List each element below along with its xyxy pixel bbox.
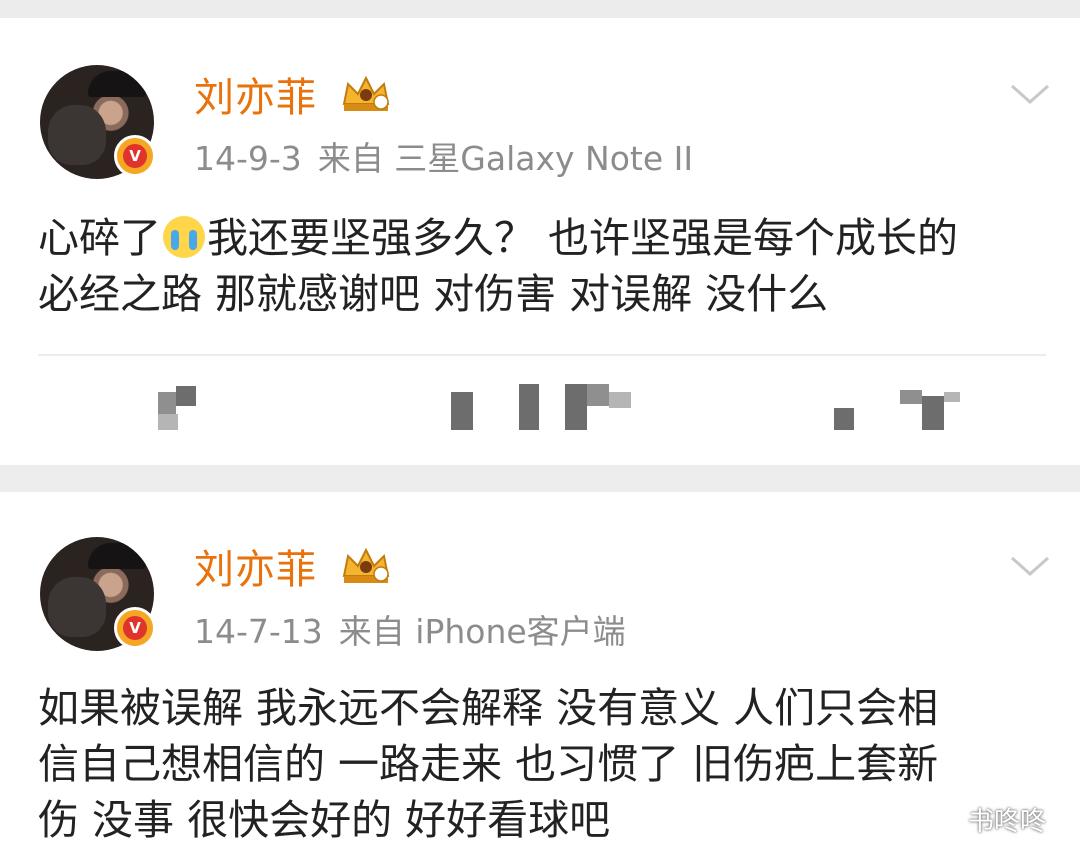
verified-badge-icon: V xyxy=(114,607,156,649)
post-content: 如果被误解 我永远不会解释 没有意义 人们只会相 信自己想相信的 一路走来 也习… xyxy=(38,684,939,844)
avatar[interactable]: V xyxy=(40,537,156,651)
post-meta: 14-9-3 来自 三星Galaxy Note II xyxy=(194,142,709,175)
crown-level-icon xyxy=(342,547,390,583)
post-text-part: 心碎了 xyxy=(38,214,161,262)
crown-level-icon xyxy=(342,75,390,111)
divider xyxy=(38,354,1046,356)
username[interactable]: 刘亦菲 xyxy=(194,550,317,590)
post-source[interactable]: 来自 三星Galaxy Note II xyxy=(318,139,693,178)
verified-badge-icon: V xyxy=(114,135,156,177)
repost-button[interactable] xyxy=(150,384,210,434)
like-button[interactable] xyxy=(830,384,970,434)
avatar[interactable]: V xyxy=(40,65,156,179)
top-separator xyxy=(0,0,1080,18)
crying-face-icon xyxy=(163,216,205,258)
wechat-icon xyxy=(924,805,961,833)
chevron-down-icon[interactable] xyxy=(1008,80,1052,108)
weibo-post-2: V 刘亦菲 14-7-13 来自 iPhone客户端 如果被误解 我永远不会解释 … xyxy=(0,492,1080,868)
post-date: 14-9-3 xyxy=(194,139,302,178)
weibo-post-1: V 刘亦菲 14-9-3 来自 三星Galaxy Note II 心碎了 我还要坚强… xyxy=(0,18,1080,465)
post-content: 心碎了 我还要坚强多久？ 也许坚强是每个成长的 必经之路 那就感谢吧 对伤害 对误… xyxy=(38,210,1048,322)
post-source[interactable]: 来自 iPhone客户端 xyxy=(339,612,626,651)
chevron-down-icon[interactable] xyxy=(1008,552,1052,580)
post-date: 14-7-13 xyxy=(194,612,323,651)
post-meta: 14-7-13 来自 iPhone客户端 xyxy=(194,615,642,648)
watermark-text: 书咚咚 xyxy=(967,807,1046,837)
comment-button[interactable] xyxy=(445,384,645,434)
username[interactable]: 刘亦菲 xyxy=(194,78,317,118)
action-bar-pixelated xyxy=(0,384,1080,444)
watermark: 书咚咚 xyxy=(924,801,1046,838)
